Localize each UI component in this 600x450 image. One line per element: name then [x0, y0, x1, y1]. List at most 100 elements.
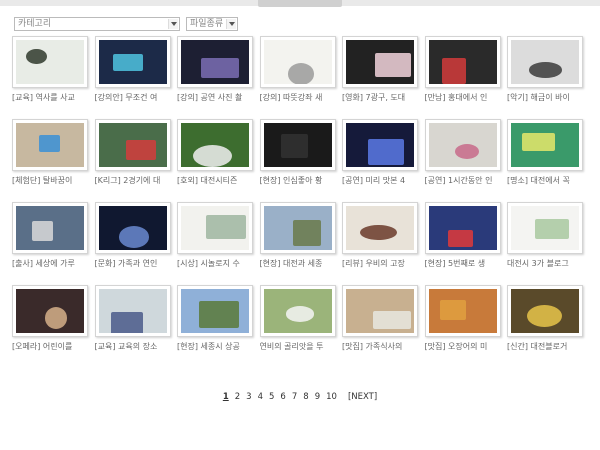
gallery-thumbnail[interactable]	[342, 285, 418, 337]
gallery-item[interactable]: [현장] 5번째로 생	[424, 202, 501, 274]
gallery-caption[interactable]: [강의] 공연 사진 촬	[177, 92, 253, 104]
pagination: 1 2 3 4 5 6 7 8 9 10 [NEXT]	[0, 392, 600, 402]
gallery-thumbnail[interactable]	[424, 119, 501, 171]
gallery-caption[interactable]: [문화] 가족과 연인	[95, 258, 171, 270]
gallery-thumbnail[interactable]	[259, 36, 336, 88]
gallery-thumbnail[interactable]	[12, 36, 88, 88]
gallery-thumbnail[interactable]	[12, 285, 88, 337]
gallery-item[interactable]: [영화] 7광구, 도대	[342, 36, 418, 108]
gallery-caption[interactable]: [명소] 대전에서 꼭	[507, 175, 583, 187]
gallery-thumbnail[interactable]	[342, 202, 418, 254]
gallery-item[interactable]: [강의] 공연 사진 촬	[177, 36, 253, 108]
gallery-thumbnail[interactable]	[507, 119, 583, 171]
gallery-item[interactable]: [명소] 대전에서 꼭	[507, 119, 583, 191]
gallery-thumbnail[interactable]	[424, 202, 501, 254]
gallery-caption[interactable]: [현장] 5번째로 생	[425, 258, 501, 270]
page-link-2[interactable]: 2	[235, 392, 240, 402]
gallery-thumbnail[interactable]	[507, 202, 583, 254]
gallery-caption[interactable]: [악기] 해금이 바이	[507, 92, 583, 104]
gallery-caption[interactable]: [리뷰] 우비의 고장	[342, 258, 418, 270]
gallery-caption[interactable]: 대전시 3가 블로그	[507, 258, 583, 270]
gallery-thumbnail[interactable]	[259, 285, 336, 337]
gallery-item[interactable]: 대전시 3가 블로그	[507, 202, 583, 274]
gallery-item[interactable]: [현장] 세종시 상공	[177, 285, 253, 357]
top-bar-tab[interactable]	[258, 0, 342, 7]
gallery-caption[interactable]: [공연] 미리 맛본 4	[342, 175, 418, 187]
gallery-caption[interactable]: [시상] 시놀로지 수	[177, 258, 253, 270]
next-page-link[interactable]: [NEXT]	[348, 392, 377, 402]
page-link-4[interactable]: 4	[258, 392, 263, 402]
gallery-caption[interactable]: [교육] 교육의 장소	[95, 341, 171, 353]
gallery-caption[interactable]: [체험단] 탈바꿈이	[12, 175, 88, 187]
category-select[interactable]: 카테고리	[14, 17, 180, 31]
gallery-item[interactable]: [호외] 대전시티즌	[177, 119, 253, 191]
gallery-item[interactable]: [오페라] 어린이를	[12, 285, 88, 357]
gallery-caption[interactable]: [맛집] 가족식사의	[342, 341, 418, 353]
filetype-select[interactable]: 파일종류	[186, 17, 238, 31]
gallery-caption[interactable]: [현장] 대전과 세종	[260, 258, 336, 270]
gallery-item[interactable]: [교육] 역사를 사교	[12, 36, 88, 108]
page-link-3[interactable]: 3	[246, 392, 251, 402]
gallery-caption[interactable]: [신간] 대전블로거	[507, 341, 583, 353]
gallery-item[interactable]: [악기] 해금이 바이	[507, 36, 583, 108]
gallery-item[interactable]: [리뷰] 우비의 고장	[342, 202, 418, 274]
gallery-item[interactable]: [공연] 1시간동안 인	[424, 119, 501, 191]
gallery-thumbnail[interactable]	[12, 202, 88, 254]
gallery-item[interactable]: [시상] 시놀로지 수	[177, 202, 253, 274]
gallery-item[interactable]: [현장] 대전과 세종	[259, 202, 336, 274]
gallery-caption[interactable]: [K리그] 2경기에 대	[95, 175, 171, 187]
gallery-caption[interactable]: [강의안] 무조건 여	[95, 92, 171, 104]
gallery-item[interactable]: [현장] 인심좋아 황	[259, 119, 336, 191]
page-link-8[interactable]: 8	[303, 392, 308, 402]
gallery-item[interactable]: [신간] 대전블로거	[507, 285, 583, 357]
gallery-item[interactable]: [문화] 가족과 연인	[94, 202, 171, 274]
gallery-item[interactable]: [교육] 교육의 장소	[94, 285, 171, 357]
gallery-caption[interactable]: [강의] 따뜻강좌 새	[260, 92, 336, 104]
gallery-item[interactable]: [맛집] 가족식사의	[342, 285, 418, 357]
gallery-thumbnail[interactable]	[12, 119, 88, 171]
gallery-item[interactable]: [체험단] 탈바꿈이	[12, 119, 88, 191]
gallery-item[interactable]: [K리그] 2경기에 대	[94, 119, 171, 191]
gallery-caption[interactable]: [영화] 7광구, 도대	[342, 92, 418, 104]
gallery-thumbnail[interactable]	[177, 36, 253, 88]
gallery-thumbnail[interactable]	[424, 285, 501, 337]
gallery-caption[interactable]: [현장] 인심좋아 황	[260, 175, 336, 187]
gallery-thumbnail[interactable]	[94, 119, 171, 171]
page-link-5[interactable]: 5	[269, 392, 274, 402]
page-link-1[interactable]: 1	[223, 392, 229, 402]
gallery-caption[interactable]: [교육] 역사를 사교	[12, 92, 88, 104]
gallery-caption[interactable]: 연비의 골리앗을 투	[260, 341, 336, 353]
gallery-thumbnail[interactable]	[259, 202, 336, 254]
gallery-caption[interactable]: [출사] 세상에 가루	[12, 258, 88, 270]
gallery-thumbnail[interactable]	[507, 36, 583, 88]
gallery-thumbnail[interactable]	[94, 36, 171, 88]
gallery-item[interactable]: [맛집] 오장어의 미	[424, 285, 501, 357]
page-link-6[interactable]: 6	[280, 392, 285, 402]
gallery-caption[interactable]: [호외] 대전시티즌	[177, 175, 253, 187]
gallery-thumbnail[interactable]	[424, 36, 501, 88]
thumbnail-shape	[293, 220, 322, 247]
gallery-item[interactable]: [강의안] 무조건 여	[94, 36, 171, 108]
page-link-9[interactable]: 9	[315, 392, 320, 402]
gallery-caption[interactable]: [만남] 홍대에서 인	[425, 92, 501, 104]
page-link-10[interactable]: 10	[326, 392, 337, 402]
gallery-item[interactable]: [공연] 미리 맛본 4	[342, 119, 418, 191]
gallery-thumbnail[interactable]	[177, 202, 253, 254]
gallery-thumbnail[interactable]	[259, 119, 336, 171]
page-link-7[interactable]: 7	[292, 392, 297, 402]
gallery-caption[interactable]: [오페라] 어린이를	[12, 341, 88, 353]
gallery-caption[interactable]: [현장] 세종시 상공	[177, 341, 253, 353]
gallery-thumbnail[interactable]	[342, 36, 418, 88]
gallery-caption[interactable]: [공연] 1시간동안 인	[425, 175, 501, 187]
gallery-item[interactable]: [출사] 세상에 가루	[12, 202, 88, 274]
gallery-item[interactable]: 연비의 골리앗을 투	[259, 285, 336, 357]
gallery-caption[interactable]: [맛집] 오장어의 미	[425, 341, 501, 353]
gallery-thumbnail[interactable]	[94, 285, 171, 337]
gallery-thumbnail[interactable]	[177, 285, 253, 337]
gallery-thumbnail[interactable]	[94, 202, 171, 254]
gallery-thumbnail[interactable]	[342, 119, 418, 171]
gallery-thumbnail[interactable]	[177, 119, 253, 171]
gallery-thumbnail[interactable]	[507, 285, 583, 337]
gallery-item[interactable]: [만남] 홍대에서 인	[424, 36, 501, 108]
gallery-item[interactable]: [강의] 따뜻강좌 새	[259, 36, 336, 108]
